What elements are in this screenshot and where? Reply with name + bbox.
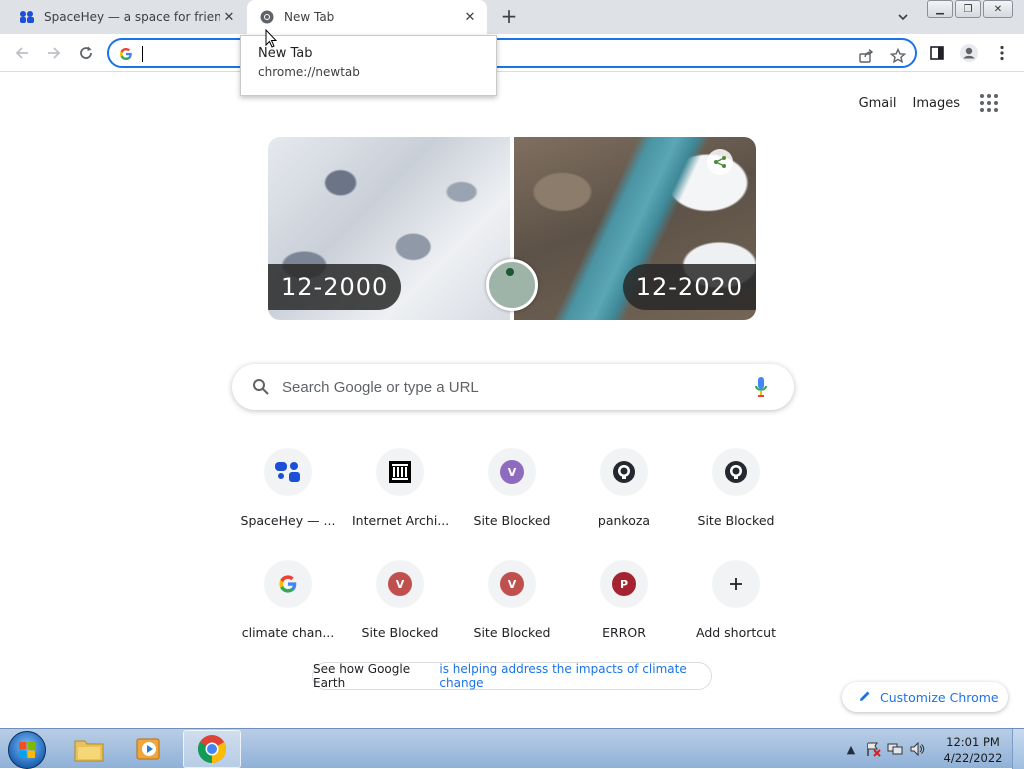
window-controls: ▁ ❐ ✕ [927, 0, 1015, 18]
clock-date: 4/22/2022 [943, 751, 1003, 765]
shortcut-label: Add shortcut [696, 625, 776, 640]
bookmark-star-icon[interactable] [889, 47, 907, 65]
customize-label: Customize Chrome [880, 689, 999, 705]
forward-arrow-icon[interactable] [43, 42, 65, 64]
shortcut-spacehey[interactable]: SpaceHey — ... [232, 442, 344, 539]
new-tab-plus-icon[interactable]: + [499, 6, 519, 27]
show-desktop-button[interactable] [1012, 729, 1024, 769]
tab-new-tab[interactable]: New Tab ✕ [247, 0, 487, 34]
toolbar [0, 34, 1024, 72]
customize-chrome-button[interactable]: Customize Chrome [842, 682, 1008, 712]
promo-link[interactable]: is helping address the impacts of climat… [439, 662, 711, 690]
shortcut-site-blocked-2[interactable]: Site Blocked [680, 442, 792, 539]
microphone-icon[interactable] [754, 376, 768, 402]
address-bar[interactable] [107, 38, 917, 68]
kebab-menu-icon[interactable] [991, 42, 1013, 64]
restore-icon[interactable]: ❐ [955, 0, 981, 18]
google-apps-icon[interactable] [980, 94, 998, 112]
window-close-icon[interactable]: ✕ [983, 0, 1013, 18]
chrome-icon [259, 9, 275, 25]
system-clock[interactable]: 12:01 PM 4/22/2022 [940, 734, 1006, 766]
google-g-icon [264, 560, 312, 608]
tray-expand-icon[interactable]: ▲ [840, 738, 862, 760]
doodle-date-left: 12-2000 [268, 264, 402, 310]
letter-p-icon: P [600, 560, 648, 608]
volume-icon[interactable] [906, 738, 928, 760]
minimize-icon[interactable]: ▁ [927, 0, 953, 18]
promo-text: See how Google Earth [313, 662, 411, 690]
back-arrow-icon[interactable] [11, 42, 33, 64]
profile-avatar-icon[interactable] [958, 42, 980, 64]
close-tab-icon[interactable]: ✕ [461, 8, 479, 26]
shortcut-grid: SpaceHey — ... Internet Archi... V Site … [232, 442, 792, 651]
spacehey-icon [19, 9, 35, 25]
close-tab-icon[interactable]: ✕ [220, 8, 238, 26]
search-icon [252, 378, 270, 400]
github-icon [712, 448, 760, 496]
start-button-windows-icon[interactable] [8, 731, 46, 769]
letter-v-icon: V [376, 560, 424, 608]
shortcut-site-blocked-3[interactable]: V Site Blocked [344, 554, 456, 651]
shortcut-internet-archive[interactable]: Internet Archi... [344, 442, 456, 539]
doodle-slider-handle[interactable] [486, 259, 538, 311]
tab-strip: SpaceHey — a space for friends. ✕ New Ta… [0, 0, 1024, 34]
windows-taskbar: ▲ 12:01 PM 4/22/2022 [0, 728, 1024, 769]
tab-title: SpaceHey — a space for friends. [44, 10, 220, 24]
system-tray: ▲ [840, 729, 928, 769]
shortcut-error[interactable]: P ERROR [568, 554, 680, 651]
shortcut-label: pankoza [597, 513, 651, 528]
google-doodle[interactable]: 12-2000 12-2020 [268, 137, 756, 320]
shortcut-site-blocked-1[interactable]: V Site Blocked [456, 442, 568, 539]
plus-icon [712, 560, 760, 608]
shortcut-label: Site Blocked [473, 625, 551, 640]
mouse-cursor-icon [265, 28, 278, 53]
images-link[interactable]: Images [913, 96, 961, 111]
hover-card-url: chrome://newtab [258, 65, 360, 79]
search-input[interactable] [282, 376, 742, 398]
share-icon[interactable] [857, 47, 875, 65]
shortcut-label: ERROR [602, 625, 646, 640]
shortcut-label: Site Blocked [361, 625, 439, 640]
shortcut-climate-change[interactable]: climate chan... [232, 554, 344, 651]
letter-v-icon: V [488, 448, 536, 496]
reload-icon[interactable] [75, 42, 97, 64]
google-g-icon [119, 46, 133, 65]
github-icon [600, 448, 648, 496]
spacehey-icon [264, 448, 312, 496]
google-earth-promo-chip[interactable]: See how Google Earth is helping address … [312, 662, 712, 690]
google-search-box[interactable] [232, 364, 794, 410]
doodle-share-icon[interactable] [707, 149, 733, 175]
chrome-taskbar-icon[interactable] [183, 730, 241, 768]
tab-hover-card: New Tab chrome://newtab [240, 35, 497, 96]
network-icon[interactable] [884, 738, 906, 760]
clock-time: 12:01 PM [946, 735, 1000, 749]
tab-spacehey[interactable]: SpaceHey — a space for friends. ✕ [0, 0, 246, 34]
shortcut-label: climate chan... [241, 625, 335, 640]
media-player-icon[interactable] [120, 730, 178, 768]
doodle-date-right: 12-2020 [622, 264, 756, 310]
shortcut-label: Site Blocked [473, 513, 551, 528]
shortcut-add[interactable]: Add shortcut [680, 554, 792, 651]
gmail-link[interactable]: Gmail [859, 96, 897, 111]
top-links: Gmail Images [859, 94, 998, 112]
hover-card-title: New Tab [258, 46, 313, 61]
shortcut-site-blocked-4[interactable]: V Site Blocked [456, 554, 568, 651]
action-center-flag-icon[interactable] [862, 738, 884, 760]
internet-archive-icon [376, 448, 424, 496]
letter-v-icon: V [488, 560, 536, 608]
shortcut-label: SpaceHey — ... [240, 513, 336, 528]
pencil-icon [858, 689, 872, 706]
shortcut-pankoza[interactable]: pankoza [568, 442, 680, 539]
tab-search-chevron-icon[interactable] [896, 9, 914, 27]
side-panel-icon[interactable] [926, 42, 948, 64]
file-explorer-icon[interactable] [60, 730, 118, 768]
shortcut-label: Internet Archi... [352, 513, 448, 528]
tab-title: New Tab [284, 10, 335, 24]
shortcut-label: Site Blocked [697, 513, 775, 528]
